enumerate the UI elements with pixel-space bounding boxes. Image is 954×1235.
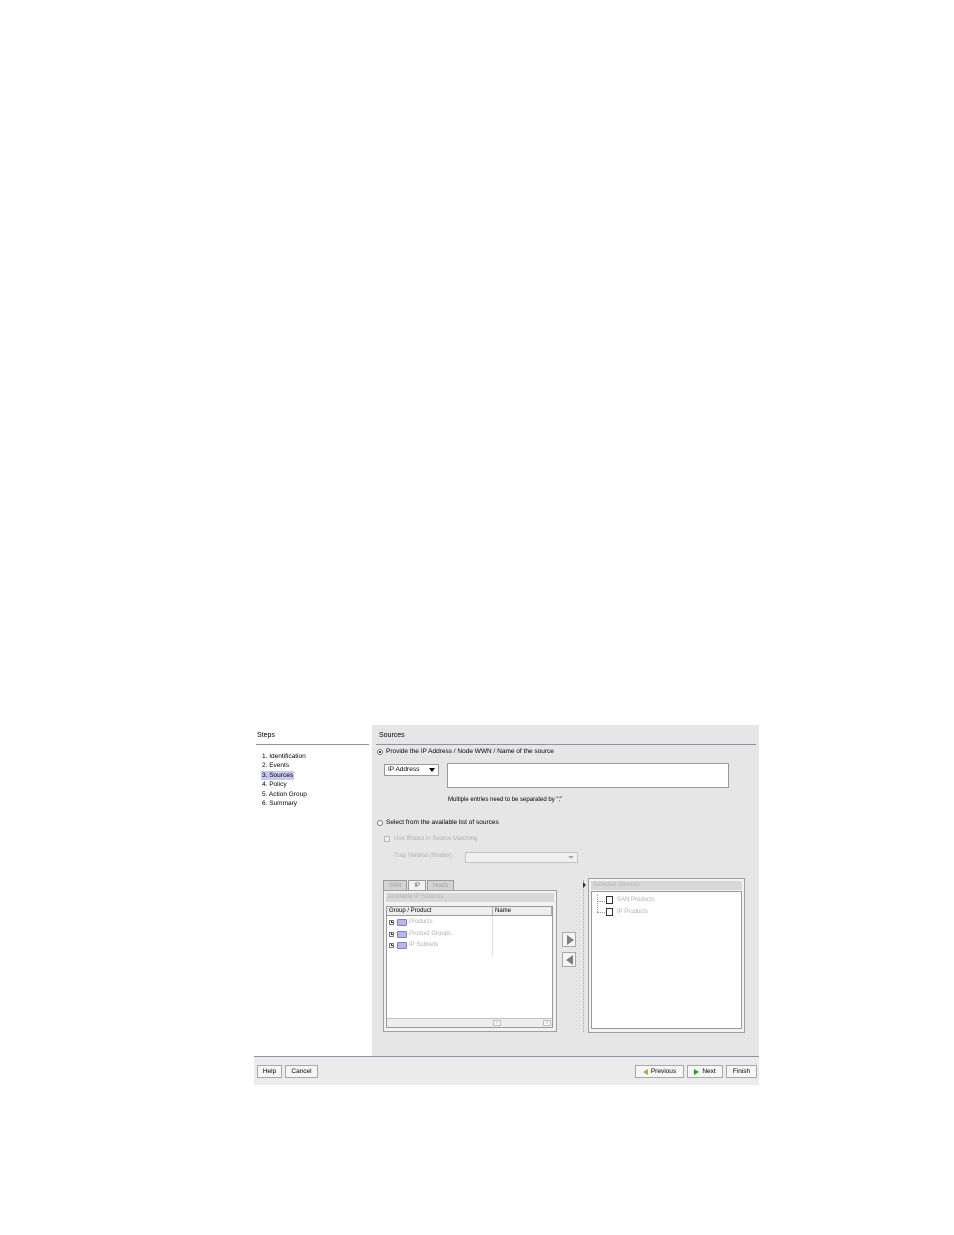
steps-title: Steps: [257, 732, 275, 739]
steps-divider: [256, 744, 369, 745]
tree-connector: [597, 895, 598, 912]
ifindex-option[interactable]: Use IfIndex in Source Matching: [384, 836, 477, 842]
arrow-right-icon: [567, 935, 574, 945]
step-item[interactable]: 4. Policy: [261, 780, 308, 789]
tab-san[interactable]: SAN: [383, 880, 408, 890]
scroll-left-button[interactable]: ‹: [493, 1020, 501, 1026]
arrow-left-icon: [642, 1068, 648, 1075]
add-source-button[interactable]: [562, 932, 576, 947]
select-source-radio[interactable]: [377, 819, 383, 826]
section-divider: [376, 744, 756, 745]
horizontal-scrollbar[interactable]: ‹ ›: [387, 1018, 552, 1027]
address-type-dropdown[interactable]: IP Address: [384, 764, 439, 776]
selected-sources-title: Selected Sources: [591, 881, 742, 890]
expand-icon[interactable]: [389, 919, 394, 925]
tree-connector: [597, 912, 605, 913]
help-button-label: Help: [262, 1068, 277, 1075]
wizard-dialog: Steps 1. Identification 2. Events 3. Sou…: [254, 725, 759, 1085]
tab-hosts[interactable]: Hosts: [427, 880, 455, 890]
step-item[interactable]: 1. Identification: [261, 752, 308, 761]
next-button-label: Next: [702, 1068, 716, 1075]
provide-source-radio[interactable]: [377, 748, 383, 755]
folder-icon: [397, 918, 407, 926]
selected-sources-tree: SAN Products IP Products: [591, 891, 742, 1029]
folder-icon: [397, 930, 407, 938]
cancel-button[interactable]: Cancel: [285, 1065, 318, 1078]
selected-item[interactable]: IP Products: [606, 907, 648, 917]
expand-icon[interactable]: [389, 931, 394, 937]
ifindex-label: Use IfIndex in Source Matching: [394, 836, 478, 842]
step-item-active[interactable]: 3. Sources: [261, 770, 295, 781]
document-icon: [606, 908, 613, 916]
tree-row[interactable]: Products: [389, 917, 433, 927]
tree-row-label: Products: [409, 919, 433, 925]
trap-varbind-select[interactable]: [465, 852, 578, 863]
step-list: 1. Identification 2. Events 3. Sources 4…: [261, 752, 308, 808]
next-button[interactable]: Next: [687, 1065, 723, 1078]
splitter-grip-icon[interactable]: [583, 882, 586, 888]
sources-content: Sources Provide the IP Address / Node WW…: [372, 725, 759, 1056]
select-source-option[interactable]: Select from the available list of source…: [377, 819, 499, 826]
previous-button[interactable]: Previous: [635, 1065, 684, 1078]
column-header-name[interactable]: Name: [493, 907, 552, 916]
footer-bar: Help Cancel Previous Next Finish: [254, 1057, 759, 1085]
source-tabs: SAN IP Hosts: [383, 880, 455, 890]
tree-row-label: IP Subnets: [409, 942, 439, 948]
chevron-down-icon: [568, 856, 574, 859]
step-item[interactable]: 6. Summary: [261, 799, 308, 808]
arrow-right-icon: [694, 1068, 700, 1075]
folder-icon: [397, 941, 407, 949]
available-sources-table: Group / Product Name Products Product Gr…: [386, 906, 553, 1028]
available-sources-panel: Available IP Sources Group / Product Nam…: [383, 890, 557, 1032]
tree-row-label: Product Groups: [409, 931, 452, 937]
document-icon: [606, 896, 613, 904]
select-source-label: Select from the available list of source…: [386, 819, 499, 826]
available-sources-title: Available IP Sources: [386, 893, 554, 902]
panel-splitter[interactable]: [583, 880, 585, 1032]
source-entries-textarea[interactable]: [447, 763, 729, 788]
provide-source-option[interactable]: Provide the IP Address / Node WWN / Name…: [377, 748, 554, 755]
remove-source-button[interactable]: [562, 952, 576, 967]
expand-icon[interactable]: [389, 942, 394, 948]
finish-button-label: Finish: [732, 1068, 751, 1075]
section-title: Sources: [379, 732, 405, 739]
column-divider: [492, 916, 493, 956]
provide-source-label: Provide the IP Address / Node WWN / Name…: [386, 748, 554, 755]
chevron-down-icon: [429, 768, 435, 772]
selected-sources-panel: Selected Sources SAN Products IP Product…: [588, 878, 745, 1033]
trap-varbind-label: Trap Varbind (IfIndex) :: [394, 853, 456, 859]
tab-ip[interactable]: IP: [408, 880, 427, 890]
selected-item-label: SAN Products: [617, 897, 655, 903]
steps-panel: Steps 1. Identification 2. Events 3. Sou…: [254, 725, 372, 1056]
scroll-right-button[interactable]: ›: [543, 1020, 551, 1026]
help-button[interactable]: Help: [257, 1065, 282, 1078]
tree-row[interactable]: IP Subnets: [389, 940, 438, 950]
address-type-value: IP Address: [388, 766, 420, 773]
finish-button[interactable]: Finish: [726, 1065, 757, 1078]
selected-item-label: IP Products: [617, 909, 648, 915]
ifindex-checkbox[interactable]: [384, 836, 390, 842]
step-item[interactable]: 2. Events: [261, 761, 308, 770]
step-item[interactable]: 5. Action Group: [261, 790, 308, 799]
tree-row[interactable]: Product Groups: [389, 929, 451, 939]
entries-hint: Multiple entries need to be separated by…: [448, 797, 563, 803]
tree-connector: [597, 901, 605, 902]
arrow-left-icon: [566, 955, 573, 965]
cancel-button-label: Cancel: [291, 1068, 312, 1075]
previous-button-label: Previous: [650, 1068, 677, 1075]
selected-item[interactable]: SAN Products: [606, 895, 655, 905]
column-header-group[interactable]: Group / Product: [387, 907, 493, 916]
